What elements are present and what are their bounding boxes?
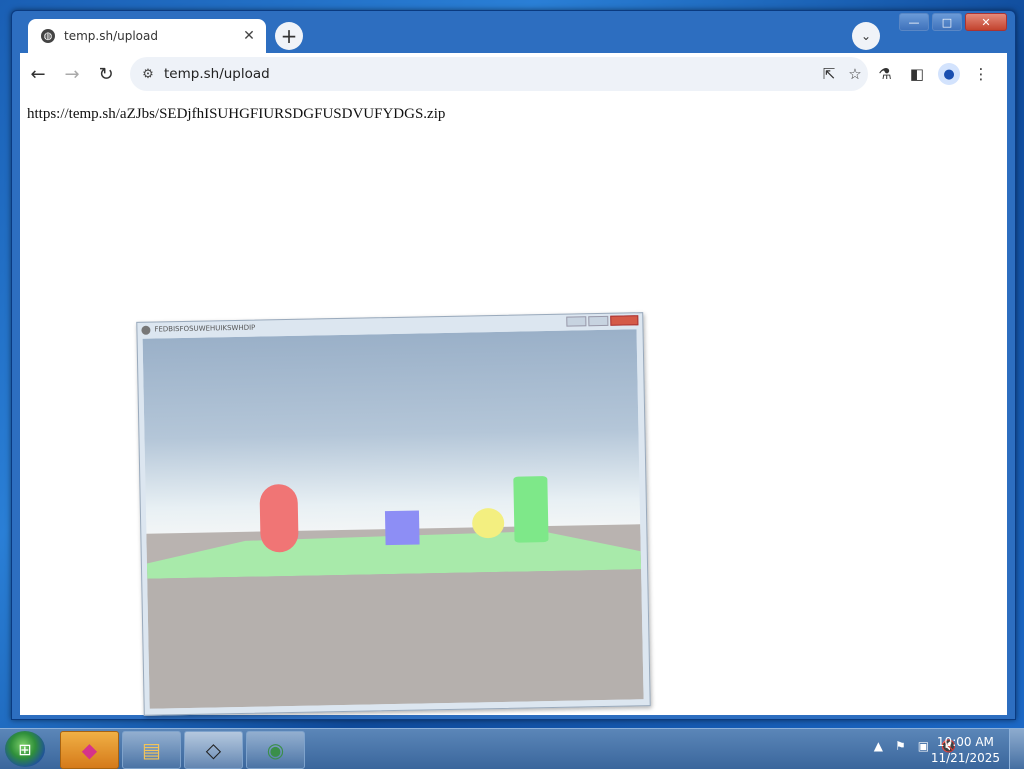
start-button[interactable]: ⊞ [5,731,45,767]
game-viewport[interactable] [142,329,644,709]
blue-cube [384,510,420,546]
pink-gem-icon: ◆ [81,738,98,762]
site-info-icon[interactable]: ⚙ [140,66,156,82]
taskbar-unity[interactable]: ◇ [184,731,243,769]
green-cylinder [513,476,549,543]
tab-search-button[interactable]: ⌄ [852,22,880,50]
bookmark-star-icon[interactable]: ☆ [842,61,868,87]
tab-title: temp.sh/upload [64,29,158,43]
clock-time: 10:00 AM [936,735,994,749]
tab-strip: ◍ temp.sh/upload ✕ + ⌄ [20,11,1000,53]
taskbar-chrome[interactable]: ◉ [246,731,305,769]
tab-temp-sh[interactable]: ◍ temp.sh/upload ✕ [28,19,266,53]
browser-toolbar: ← → ↻ ⚙ temp.sh/upload ⇱ ☆ ⚗ ◧ ● ⋮ [20,53,1007,95]
back-button[interactable]: ← [22,58,54,90]
network-icon[interactable]: ▣ [918,739,929,753]
game-window[interactable]: FEDBISFOSUWEHUIKSWHDIP [136,312,651,716]
show-desktop-button[interactable] [1009,729,1024,769]
red-capsule [259,483,299,553]
game-minimize-button[interactable] [566,316,587,327]
avatar-icon: ● [938,63,960,85]
unity-app-icon [141,325,151,335]
ground [146,554,644,709]
folder-icon: ▤ [142,738,161,762]
taskbar-file-explorer[interactable]: ▤ [122,731,181,769]
chrome-icon: ◉ [266,738,285,762]
address-bar[interactable]: ⚙ temp.sh/upload ⇱ ☆ [130,57,868,91]
clock[interactable]: 10:00 AM 11/21/2025 [931,734,1000,766]
taskbar-gem-app[interactable]: ◆ [60,731,119,769]
address-text[interactable]: temp.sh/upload [164,66,816,82]
clock-date: 11/21/2025 [930,751,1000,765]
close-tab-icon[interactable]: ✕ [240,27,258,45]
new-tab-button[interactable]: + [275,22,303,50]
forward-button[interactable]: → [56,58,88,90]
game-maximize-button[interactable] [588,315,609,327]
profile-button[interactable]: ● [934,59,964,89]
reload-button[interactable]: ↻ [90,58,122,90]
labs-flask-icon[interactable]: ⚗ [870,59,900,89]
game-close-button[interactable] [610,315,639,326]
taskbar: ⊞ ◆ ▤ ◇ ◉ ▲ ⚑ ▣ 🔇 10:00 AM 11/21/2025 [0,728,1024,769]
show-hidden-icons-icon[interactable]: ▲ [874,739,883,753]
share-icon[interactable]: ⇱ [816,61,842,87]
globe-icon: ◍ [41,29,55,43]
game-window-title: FEDBISFOSUWEHUIKSWHDIP [154,323,256,334]
unity-icon: ◇ [205,738,222,762]
sky [142,329,641,539]
action-center-flag-icon[interactable]: ⚑ [895,739,906,753]
uploaded-file-url[interactable]: https://temp.sh/aZJbs/SEDjfhISUHGFIURSDG… [27,106,445,123]
side-panel-icon[interactable]: ◧ [902,59,932,89]
menu-kebab-icon[interactable]: ⋮ [966,59,996,89]
game-window-controls [564,315,639,327]
